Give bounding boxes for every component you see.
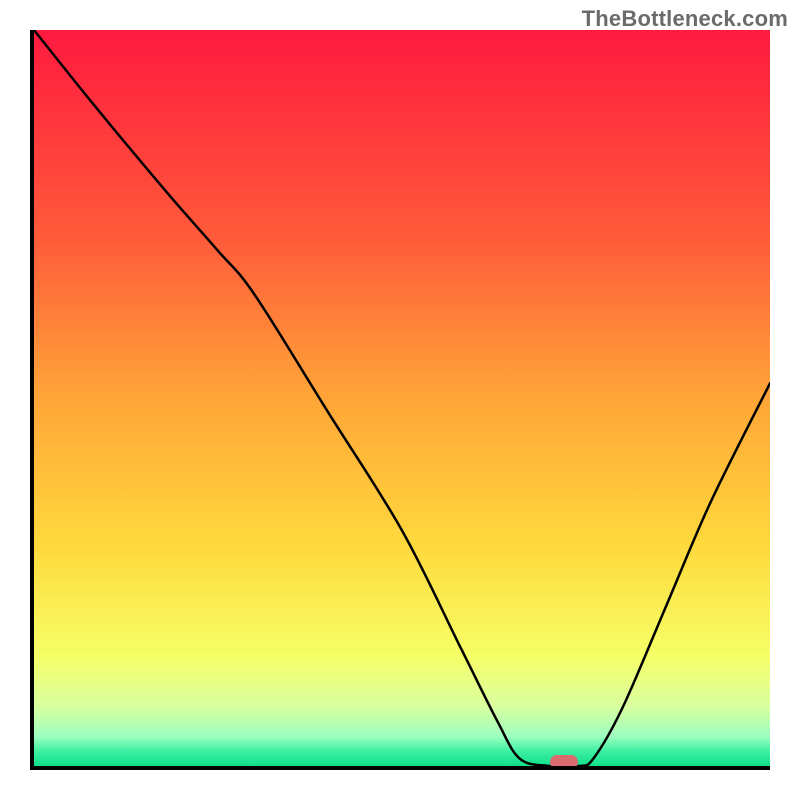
watermark-label: TheBottleneck.com [582,6,788,32]
bottleneck-curve [34,30,770,766]
curve-layer [34,30,770,766]
plot-area [30,30,770,770]
optimum-marker [550,755,578,769]
